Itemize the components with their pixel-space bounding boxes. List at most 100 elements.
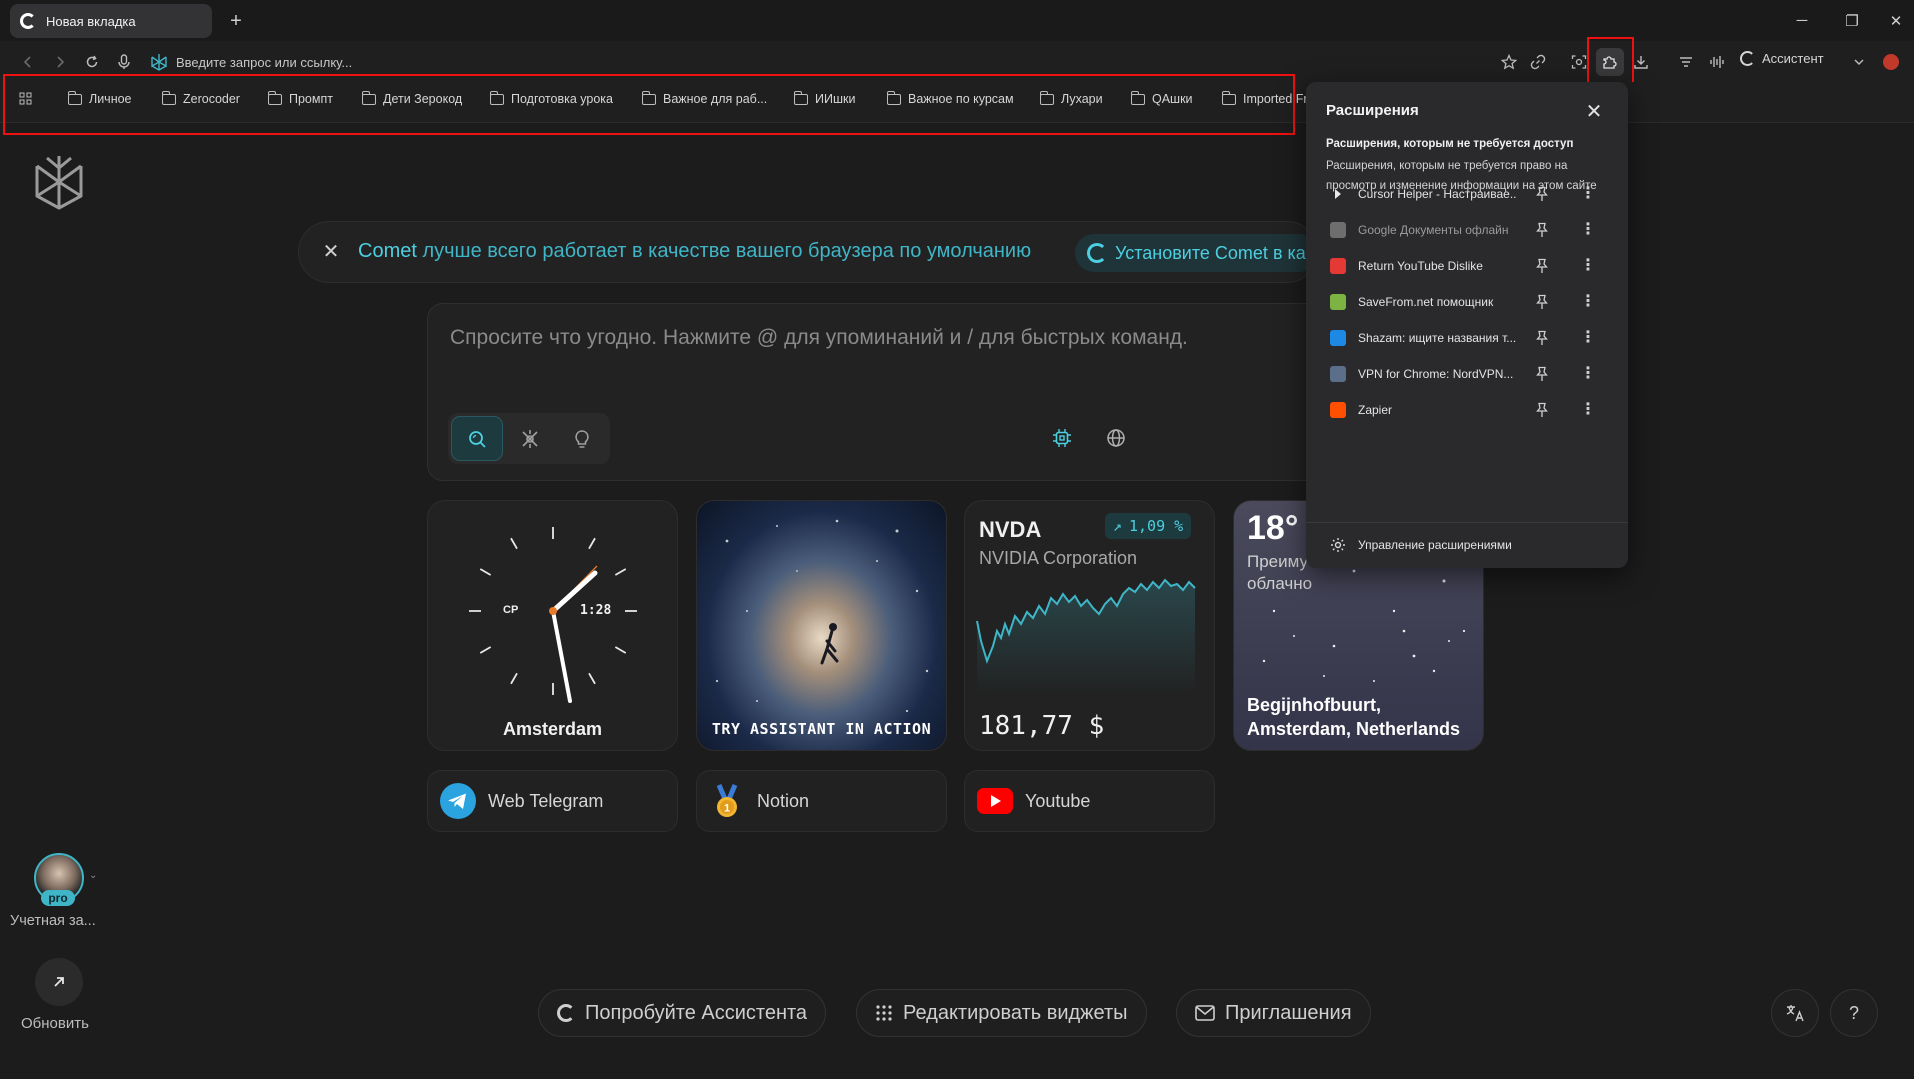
pin-button[interactable] <box>1532 364 1552 384</box>
extensions-popup: Расширения ✕ Расширения, которым не треб… <box>1306 82 1628 568</box>
reload-button[interactable] <box>78 48 106 76</box>
shortcut-telegram[interactable]: Web Telegram <box>427 770 678 832</box>
bookmark-folder[interactable]: QАшки <box>1130 90 1193 106</box>
arrow-right-icon <box>57 56 65 68</box>
close-window-button[interactable]: ✕ <box>1870 0 1914 41</box>
bookmark-folder[interactable]: ИИшки <box>793 90 855 106</box>
extensions-button-highlight <box>1587 37 1634 84</box>
gear-icon <box>1331 538 1345 552</box>
pin-button[interactable] <box>1532 292 1552 312</box>
edit-widgets-button[interactable]: Редактировать виджеты <box>856 989 1147 1037</box>
extension-item[interactable]: Shazam: ищите названия т... ⋮ <box>1306 318 1628 358</box>
back-button[interactable] <box>14 48 42 76</box>
chevron-down-icon[interactable]: ⌄ <box>89 870 97 881</box>
extension-item[interactable]: Zapier ⋮ <box>1306 390 1628 430</box>
folder-icon <box>489 90 504 105</box>
extension-item[interactable]: Cursor Helper - Настраивае... ⋮ <box>1306 174 1628 214</box>
account-label: Учетная за... <box>10 913 96 929</box>
bookmark-folder[interactable]: Важное по курсам <box>886 90 1014 106</box>
tabs-menu-button[interactable] <box>1672 48 1700 76</box>
manage-extensions-button[interactable]: Управление расширениями <box>1330 537 1512 553</box>
banner-close-button[interactable]: ✕ <box>317 238 345 266</box>
pin-button[interactable] <box>1532 220 1552 240</box>
chevron-down-button[interactable] <box>1845 48 1873 76</box>
youtube-icon <box>977 783 1013 819</box>
pin-button[interactable] <box>1532 328 1552 348</box>
sources-button[interactable] <box>1100 422 1132 454</box>
copy-link-button[interactable] <box>1524 48 1552 76</box>
bookmark-folder[interactable]: Zerocoder <box>161 90 240 106</box>
model-select-button[interactable] <box>1046 422 1078 454</box>
extension-item[interactable]: Return YouTube Dislike ⋮ <box>1306 246 1628 286</box>
search-mode-button[interactable] <box>451 416 503 461</box>
chevron-down-icon <box>1854 59 1864 65</box>
assistant-label: Ассистент <box>1762 51 1824 66</box>
perplexity-logo[interactable] <box>33 154 85 210</box>
assistant-button[interactable]: Ассистент <box>1740 51 1824 66</box>
pin-button[interactable] <box>1532 400 1552 420</box>
bookmark-folder[interactable]: Imported Fr <box>1221 90 1308 106</box>
more-options-button[interactable]: ⋮ <box>1580 186 1596 202</box>
more-options-button[interactable]: ⋮ <box>1580 330 1596 346</box>
bookmark-folder[interactable]: Подготовка урока <box>489 90 613 106</box>
more-options-button[interactable]: ⋮ <box>1580 294 1596 310</box>
minimize-button[interactable]: ─ <box>1776 0 1828 41</box>
space-illustration-icon <box>715 519 929 713</box>
folder-icon <box>267 90 282 105</box>
pin-button[interactable] <box>1532 256 1552 276</box>
help-button[interactable]: ? <box>1830 989 1878 1037</box>
voice-mode-button[interactable] <box>1703 48 1731 76</box>
more-options-button[interactable]: ⋮ <box>1580 258 1596 274</box>
reload-icon <box>86 55 98 68</box>
search-input[interactable]: Спросите что угодно. Нажмите @ для упоми… <box>450 326 1188 350</box>
research-mode-button[interactable] <box>504 416 556 461</box>
assistant-demo-widget[interactable]: TRY ASSISTANT IN ACTION <box>696 500 947 751</box>
extension-item[interactable]: SaveFrom.net помощник ⋮ <box>1306 282 1628 322</box>
try-assistant-button[interactable]: Попробуйте Ассистента <box>538 989 827 1037</box>
profile-button[interactable] <box>1877 48 1905 76</box>
more-options-button[interactable]: ⋮ <box>1580 222 1596 238</box>
folder-icon <box>67 90 82 105</box>
new-tab-button[interactable]: + <box>221 6 251 36</box>
more-options-button[interactable]: ⋮ <box>1580 366 1596 382</box>
tab-new[interactable]: Новая вкладка <box>10 4 212 38</box>
bookmark-folder[interactable]: Промпт <box>267 90 333 106</box>
bookmark-star-button[interactable] <box>1495 48 1523 76</box>
invites-button[interactable]: Приглашения <box>1176 989 1371 1037</box>
bookmark-folder[interactable]: Личное <box>67 90 132 106</box>
set-default-button[interactable]: Установите Comet в ка <box>1075 234 1317 272</box>
shortcut-youtube[interactable]: Youtube <box>964 770 1215 832</box>
shortcut-label: Notion <box>757 790 810 811</box>
stock-widget[interactable]: NVDA ↗ 1,09 % NVIDIA Corporation 181,77 … <box>964 500 1215 751</box>
voice-button[interactable] <box>110 48 138 76</box>
telegram-icon <box>440 783 476 819</box>
clock-tick <box>588 672 596 685</box>
bookmark-folder[interactable]: Дети Зерокод <box>361 90 462 106</box>
translate-button[interactable] <box>1771 989 1819 1037</box>
perplexity-icon <box>35 156 83 210</box>
more-options-button[interactable]: ⋮ <box>1580 402 1596 418</box>
labs-mode-button[interactable] <box>556 416 608 461</box>
extensions-title: Расширения <box>1326 102 1419 119</box>
extension-item[interactable]: Google Документы офлайн ⋮ <box>1306 210 1628 250</box>
address-input[interactable]: Введите запрос или ссылку... <box>176 55 352 70</box>
update-button[interactable] <box>35 958 83 1006</box>
shortcut-label: Web Telegram <box>488 790 604 811</box>
address-bar[interactable]: Введите запрос или ссылку... <box>150 49 352 75</box>
mail-icon <box>1195 1005 1215 1021</box>
bookmark-folder[interactable]: Лухари <box>1039 90 1103 106</box>
apps-button[interactable] <box>19 92 32 105</box>
update-label: Обновить <box>21 1015 89 1032</box>
forward-button[interactable] <box>46 48 74 76</box>
shortcut-notion[interactable]: 1 Notion <box>696 770 947 832</box>
bookmark-folder[interactable]: Важное для раб... <box>641 90 767 106</box>
comet-icon <box>1740 51 1755 66</box>
help-icon: ? <box>1848 1002 1859 1023</box>
extensions-close-button[interactable]: ✕ <box>1580 98 1608 126</box>
extension-item[interactable]: VPN for Chrome: NordVPN... ⋮ <box>1306 354 1628 394</box>
clock-widget[interactable]: СР 1:28 Amsterdam <box>427 500 678 751</box>
pin-button[interactable] <box>1532 184 1552 204</box>
search-box[interactable]: Спросите что угодно. Нажмите @ для упоми… <box>427 303 1327 481</box>
stock-ticker: NVDA <box>979 517 1042 542</box>
clock-tick <box>510 537 518 550</box>
